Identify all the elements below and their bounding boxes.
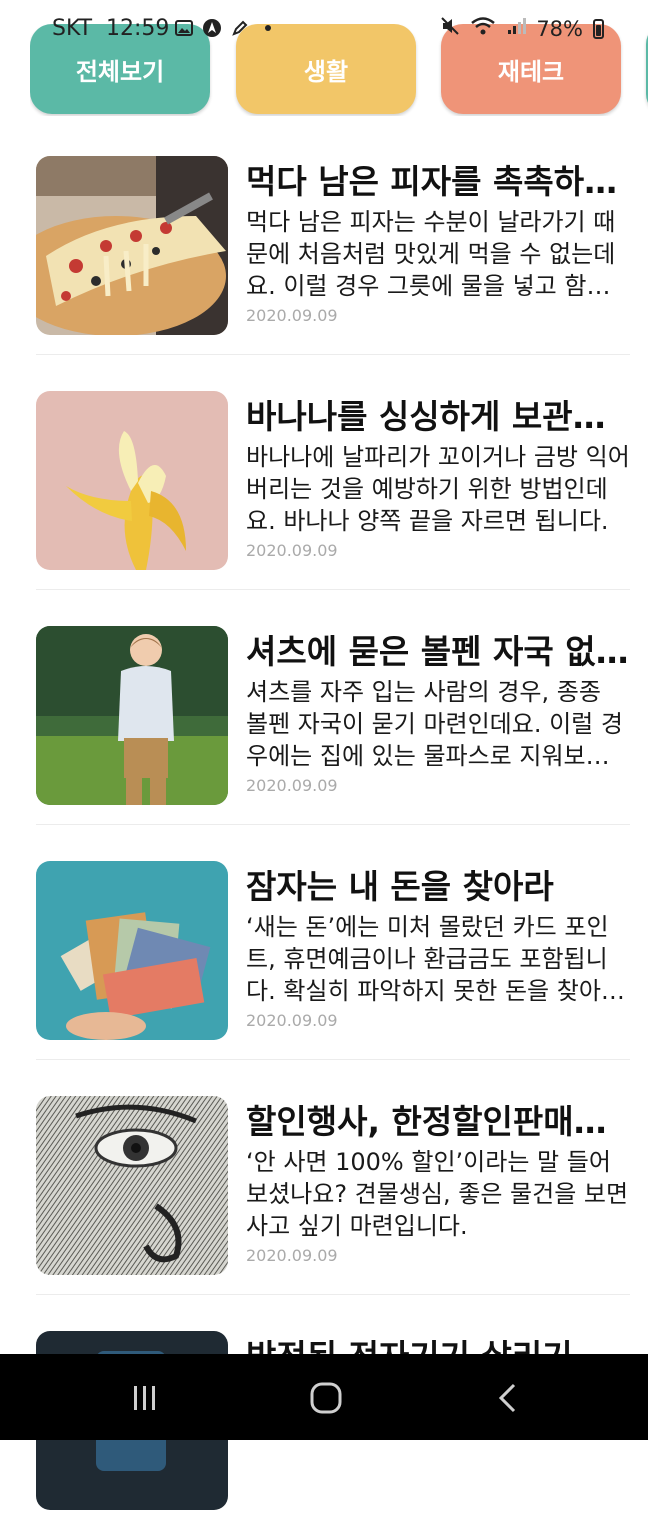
banknote-image bbox=[36, 1096, 228, 1275]
article-summary: 바나나에 날파리가 꼬이거나 금방 익어버리는 것을 예방하기 위한 방법인데요… bbox=[246, 443, 630, 535]
boy-image bbox=[36, 626, 228, 805]
list-item[interactable]: 먹다 남은 피자를 촉촉하게 데우는 방법 먹다 남은 피자는 수분이 날라가기… bbox=[36, 120, 630, 355]
article-title: 할인행사, 한정할인판매에 현혹되지 않기 bbox=[246, 1102, 630, 1141]
wifi-icon bbox=[470, 16, 496, 42]
back-icon[interactable] bbox=[488, 1378, 528, 1418]
pen-icon bbox=[230, 18, 250, 38]
clock: 12:59 bbox=[106, 16, 170, 41]
list-item[interactable]: 바나나를 싱싱하게 보관하는 방법 바나나에 날파리가 꼬이거나 금방 익어버리… bbox=[36, 355, 630, 590]
article-summary: 셔츠를 자주 입는 사람의 경우, 종종 볼펜 자국이 묻기 마련인데요. 이럴… bbox=[246, 678, 623, 770]
list-item[interactable]: 할인행사, 한정할인판매에 현혹되지 않기 ‘안 사면 100% 할인’이라는 … bbox=[36, 1060, 630, 1295]
navigation-icon bbox=[202, 18, 222, 38]
home-icon[interactable] bbox=[306, 1378, 346, 1418]
battery-icon bbox=[593, 19, 604, 39]
article-title: 잠자는 내 돈을 찾아라 bbox=[246, 867, 554, 906]
article-date: 2020.09.09 bbox=[246, 306, 338, 325]
gallery-icon bbox=[174, 18, 194, 38]
money-image bbox=[36, 861, 228, 1040]
article-summary: ‘안 사면 100% 할인’이라는 말 들어보셨나요? 견물생심, 좋은 물건을… bbox=[246, 1148, 629, 1240]
article-date: 2020.09.09 bbox=[246, 776, 338, 795]
article-date: 2020.09.09 bbox=[246, 1011, 338, 1030]
article-date: 2020.09.09 bbox=[246, 541, 338, 560]
dot-icon bbox=[258, 18, 278, 38]
article-title: 바나나를 싱싱하게 보관하는 방법 bbox=[246, 397, 630, 436]
system-nav-bar bbox=[0, 1354, 648, 1440]
article-date: 2020.09.09 bbox=[246, 1246, 338, 1265]
recent-apps-icon[interactable] bbox=[125, 1378, 165, 1418]
battery-level: 78% bbox=[536, 17, 583, 41]
mute-icon bbox=[440, 16, 460, 42]
article-summary: 먹다 남은 피자는 수분이 날라가기 때문에 처음처럼 맛있게 먹을 수 없는데… bbox=[246, 208, 616, 300]
article-title: 셔츠에 묻은 볼펜 자국 없애는 방법 bbox=[246, 632, 630, 671]
list-item[interactable]: 셔츠에 묻은 볼펜 자국 없애는 방법 셔츠를 자주 입는 사람의 경우, 종종… bbox=[36, 590, 630, 825]
carrier-label: SKT bbox=[52, 16, 93, 41]
banana-image bbox=[36, 391, 228, 570]
article-title: 먹다 남은 피자를 촉촉하게 데우는 방법 bbox=[246, 162, 630, 201]
list-item[interactable]: 잠자는 내 돈을 찾아라 ‘새는 돈’에는 미처 몰랐던 카드 포인트, 휴면예… bbox=[36, 825, 630, 1060]
status-bar: SKT 12:59 78% bbox=[0, 0, 648, 56]
article-summary: ‘새는 돈’에는 미처 몰랐던 카드 포인트, 휴면예금이나 환급금도 포함됩니… bbox=[246, 913, 623, 1005]
signal-icon bbox=[506, 16, 527, 42]
pizza-image bbox=[36, 156, 228, 335]
